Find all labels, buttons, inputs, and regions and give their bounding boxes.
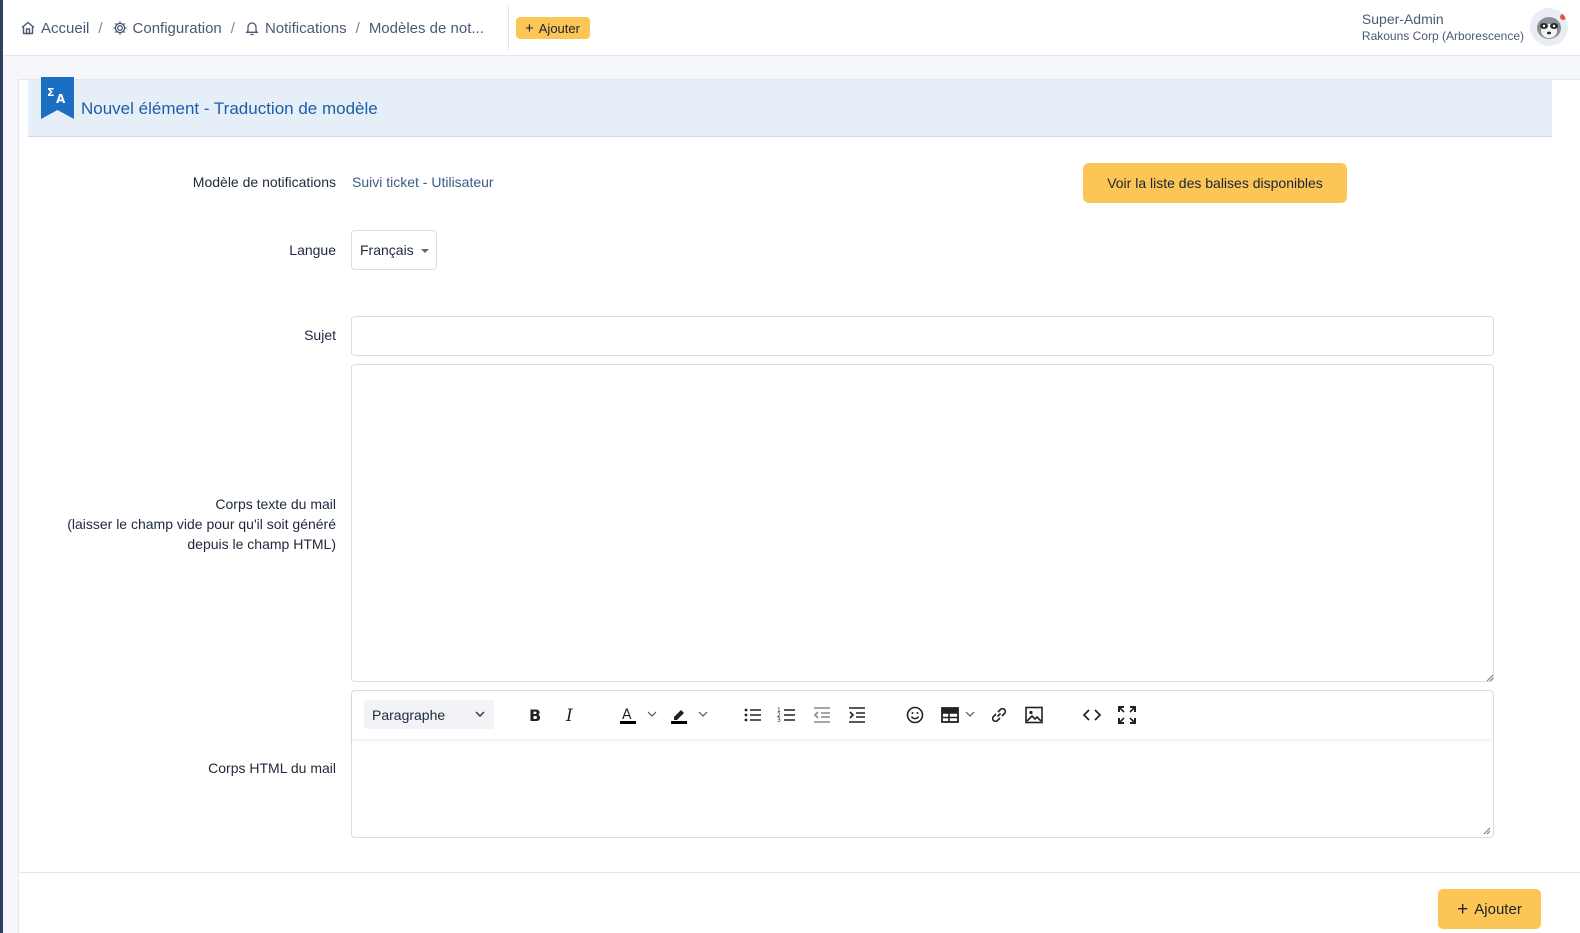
bullet-list-icon [744, 708, 761, 722]
italic-button[interactable]: I [558, 703, 582, 727]
numbered-list-button[interactable]: 123 [775, 703, 799, 727]
breadcrumb-separator: / [98, 19, 103, 37]
user-entity: Rakouns Corp (Arborescence) [1361, 29, 1524, 43]
body-text-textarea[interactable] [351, 364, 1494, 682]
sidebar-edge [0, 0, 3, 933]
chevron-down-icon[interactable] [698, 709, 708, 719]
user-name: Super-Admin [1361, 11, 1444, 27]
breadcrumb-notifications-label: Notifications [264, 19, 347, 37]
body-html-label: Corps HTML du mail [208, 760, 336, 776]
text-color-icon: A [620, 707, 636, 724]
breadcrumb-configuration-label: Configuration [132, 19, 222, 37]
body-text-label-line2: (laisser le champ vide pour qu'il soit g… [67, 516, 336, 532]
resize-grip-icon[interactable] [1481, 825, 1491, 835]
bold-button[interactable]: B [523, 703, 547, 727]
subject-input[interactable] [351, 316, 1494, 356]
breadcrumb-configuration[interactable]: Configuration [112, 20, 222, 37]
caret-down-icon [421, 249, 429, 253]
template-label: Modèle de notifications [192, 174, 336, 190]
user-menu[interactable]: Super-Admin Rakouns Corp (Arborescence) [1362, 11, 1524, 44]
breadcrumb-separator: / [355, 19, 360, 37]
svg-text:A: A [56, 92, 66, 106]
block-format-select[interactable]: Paragraphe [364, 700, 494, 729]
header-divider [508, 6, 509, 50]
editor-toolbar: Paragraphe B I A 123 [352, 691, 1491, 739]
outdent-button[interactable] [810, 703, 834, 727]
resize-grip-icon[interactable] [1484, 672, 1494, 682]
link-button[interactable] [987, 703, 1011, 727]
html-editor: Paragraphe B I A 123 [351, 690, 1494, 838]
translate-icon: Σ A [41, 77, 74, 119]
table-icon [941, 707, 959, 723]
language-select[interactable]: Français [351, 230, 437, 270]
body-text-label-line1: Corps texte du mail [215, 496, 336, 512]
breadcrumb-home[interactable]: Accueil [20, 20, 89, 37]
svg-text:B: B [529, 706, 541, 725]
chevron-down-icon [475, 711, 485, 717]
body-text-label-line3: depuis le champ HTML) [187, 536, 336, 552]
emoji-button[interactable] [903, 703, 927, 727]
add-button-footer[interactable]: + Ajouter [1438, 889, 1541, 929]
breadcrumb-templates-label: Modèles de not... [368, 19, 484, 37]
language-select-value: Français [360, 242, 414, 258]
add-button-header-label: Ajouter [538, 20, 580, 36]
image-button[interactable] [1022, 703, 1046, 727]
breadcrumb-separator: / [230, 19, 235, 37]
language-label: Langue [289, 242, 336, 258]
breadcrumb-notifications[interactable]: Notifications [244, 20, 347, 37]
top-header: Accueil / Configuration / Notifications … [3, 0, 1580, 56]
fullscreen-icon [1118, 706, 1136, 724]
home-icon [20, 20, 36, 36]
plus-icon: + [1457, 898, 1469, 920]
body-text-label: Corps texte du mail (laisser le champ vi… [67, 494, 336, 554]
italic-icon: I [565, 706, 573, 725]
subject-label: Sujet [304, 327, 336, 343]
code-icon [1082, 709, 1102, 721]
fullscreen-button[interactable] [1115, 703, 1139, 727]
image-icon [1025, 706, 1043, 724]
breadcrumb-home-label: Accueil [41, 19, 90, 37]
svg-text:A: A [622, 707, 632, 723]
outdent-icon [813, 707, 830, 723]
breadcrumb-templates[interactable]: Modèles de not... [369, 20, 484, 37]
block-format-value: Paragraphe [372, 706, 446, 723]
svg-text:I: I [565, 706, 573, 725]
bullet-list-button[interactable] [741, 703, 765, 727]
gear-icon [112, 20, 128, 36]
chevron-down-icon[interactable] [647, 709, 657, 719]
card-header: Σ A Nouvel élément - Traduction de modèl… [28, 77, 1552, 137]
bold-icon: B [529, 706, 541, 725]
breadcrumb: Accueil / Configuration / Notifications … [20, 0, 484, 56]
avatar[interactable] [1530, 8, 1568, 46]
highlight-color-button[interactable] [667, 703, 691, 727]
text-color-button[interactable]: A [616, 703, 640, 727]
form-card: Σ A Nouvel élément - Traduction de modèl… [18, 77, 1580, 933]
footer-divider [19, 872, 1580, 873]
chevron-down-icon[interactable] [965, 709, 975, 719]
indent-icon [849, 707, 865, 723]
link-icon [991, 707, 1007, 723]
highlighter-icon [671, 710, 687, 724]
numbered-list-icon: 123 [777, 707, 795, 724]
indent-button[interactable] [845, 703, 869, 727]
tags-list-button[interactable]: Voir la liste des balises disponibles [1083, 163, 1347, 203]
emoji-icon [906, 706, 924, 724]
table-button[interactable] [938, 703, 962, 727]
plus-icon: + [525, 19, 534, 37]
html-editor-content[interactable] [352, 739, 1493, 837]
template-link[interactable]: Suivi ticket - Utilisateur [352, 174, 494, 190]
add-button-footer-label: Ajouter [1474, 900, 1522, 918]
source-code-button[interactable] [1080, 703, 1104, 727]
svg-text:3: 3 [777, 717, 781, 724]
svg-text:Σ: Σ [47, 86, 55, 99]
bell-icon [244, 20, 260, 36]
card-title: Nouvel élément - Traduction de modèle [81, 99, 378, 118]
add-button-header[interactable]: + Ajouter [516, 17, 590, 39]
